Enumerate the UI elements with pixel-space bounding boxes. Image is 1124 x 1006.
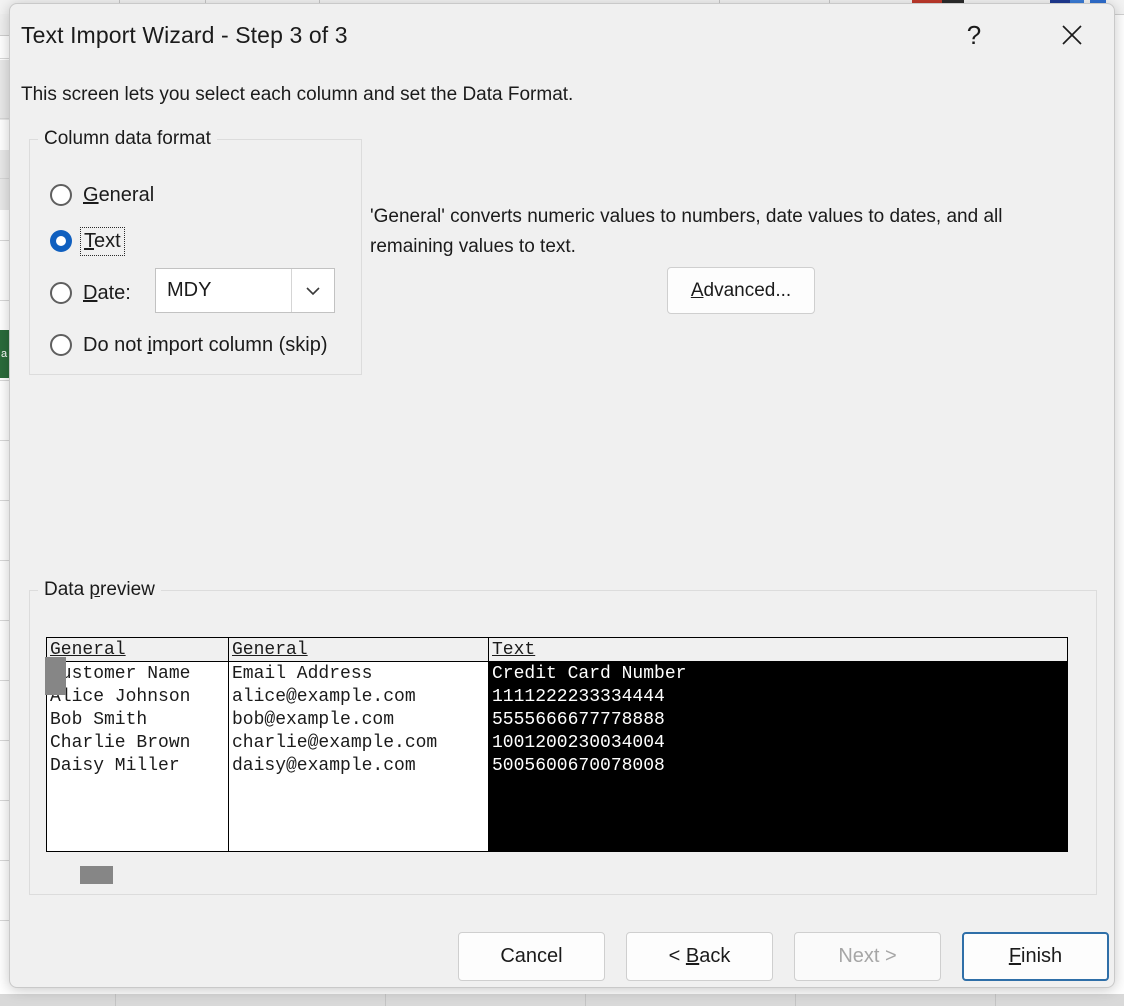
cancel-button[interactable]: Cancel xyxy=(458,932,605,981)
table-row: 5005600670078008 xyxy=(492,755,1067,778)
dialog-instruction: This screen lets you select each column … xyxy=(21,84,573,106)
table-row: daisy@example.com xyxy=(232,755,488,778)
table-row: Credit Card Number xyxy=(492,663,1067,686)
next-button-label: Next > xyxy=(838,945,896,968)
data-preview-legend: Data preview xyxy=(38,579,161,601)
text-import-wizard-dialog: Text Import Wizard - Step 3 of 3 ? This … xyxy=(9,3,1115,988)
close-icon[interactable] xyxy=(1045,8,1099,62)
preview-vertical-scrollbar-thumb[interactable] xyxy=(45,657,66,695)
table-row: charlie@example.com xyxy=(232,732,488,755)
radio-skip-mark xyxy=(50,334,72,356)
table-row: Daisy Miller xyxy=(50,755,228,778)
preview-horizontal-scrollbar-thumb[interactable] xyxy=(80,866,113,884)
format-description: 'General' converts numeric values to num… xyxy=(370,202,1070,262)
radio-general-label: General xyxy=(83,184,154,207)
radio-general[interactable]: General xyxy=(50,181,154,209)
help-icon[interactable]: ? xyxy=(947,8,1001,62)
table-row: 1001200230034004 xyxy=(492,732,1067,755)
table-row: Bob Smith xyxy=(50,709,228,732)
preview-column-3-body: Credit Card Number 1111222233334444 5555… xyxy=(489,662,1067,778)
back-button[interactable]: < Back xyxy=(626,932,773,981)
preview-column-2-body: Email Address alice@example.com bob@exam… xyxy=(229,662,488,778)
radio-skip-label: Do not import column (skip) xyxy=(83,334,328,357)
preview-column-2-format: General xyxy=(229,638,488,662)
table-row: 5555666677778888 xyxy=(492,709,1067,732)
preview-column-1-body: Customer Name Alice Johnson Bob Smith Ch… xyxy=(47,662,228,778)
dialog-title: Text Import Wizard - Step 3 of 3 xyxy=(21,22,348,49)
table-row: Charlie Brown xyxy=(50,732,228,755)
dialog-title-bar: Text Import Wizard - Step 3 of 3 ? xyxy=(10,4,1114,66)
data-preview-group: Data preview General Customer Name Alice… xyxy=(29,590,1097,895)
date-format-select[interactable]: MDY xyxy=(155,268,335,313)
advanced-button-label: Advanced... xyxy=(691,280,791,302)
cancel-button-label: Cancel xyxy=(500,945,562,968)
preview-vertical-scrollbar[interactable] xyxy=(1085,637,1100,852)
radio-date-mark xyxy=(50,282,72,304)
radio-skip[interactable]: Do not import column (skip) xyxy=(50,331,328,359)
table-row: alice@example.com xyxy=(232,686,488,709)
data-preview-table[interactable]: General Customer Name Alice Johnson Bob … xyxy=(46,637,1068,852)
preview-column-3[interactable]: Text Credit Card Number 1111222233334444… xyxy=(489,638,1067,851)
preview-column-3-format: Text xyxy=(489,638,1067,662)
preview-column-1[interactable]: General Customer Name Alice Johnson Bob … xyxy=(47,638,229,851)
table-row: Customer Name xyxy=(50,663,228,686)
radio-text-mark xyxy=(50,230,72,252)
preview-column-2[interactable]: General Email Address alice@example.com … xyxy=(229,638,489,851)
excel-status-bar xyxy=(0,994,1124,1006)
table-row: bob@example.com xyxy=(232,709,488,732)
table-row: Email Address xyxy=(232,663,488,686)
column-data-format-group: Column data format General Text Date: Do… xyxy=(29,139,362,375)
chevron-down-glyph xyxy=(304,285,322,297)
finish-button[interactable]: Finish xyxy=(962,932,1109,981)
advanced-button[interactable]: Advanced... xyxy=(667,267,815,314)
help-glyph: ? xyxy=(967,20,981,51)
table-row: Alice Johnson xyxy=(50,686,228,709)
radio-date-label: Date: xyxy=(83,282,131,305)
column-data-format-legend: Column data format xyxy=(38,128,217,150)
radio-general-mark xyxy=(50,184,72,206)
close-glyph xyxy=(1059,22,1085,48)
chevron-down-icon xyxy=(291,269,334,312)
back-button-label: < Back xyxy=(669,945,731,968)
next-button: Next > xyxy=(794,932,941,981)
date-format-value: MDY xyxy=(156,279,291,302)
finish-button-label: Finish xyxy=(1009,945,1062,968)
radio-text[interactable]: Text xyxy=(50,227,122,255)
radio-date[interactable]: Date: xyxy=(50,279,131,307)
radio-text-label: Text xyxy=(83,230,122,253)
preview-column-1-format: General xyxy=(47,638,228,662)
table-row: 1111222233334444 xyxy=(492,686,1067,709)
